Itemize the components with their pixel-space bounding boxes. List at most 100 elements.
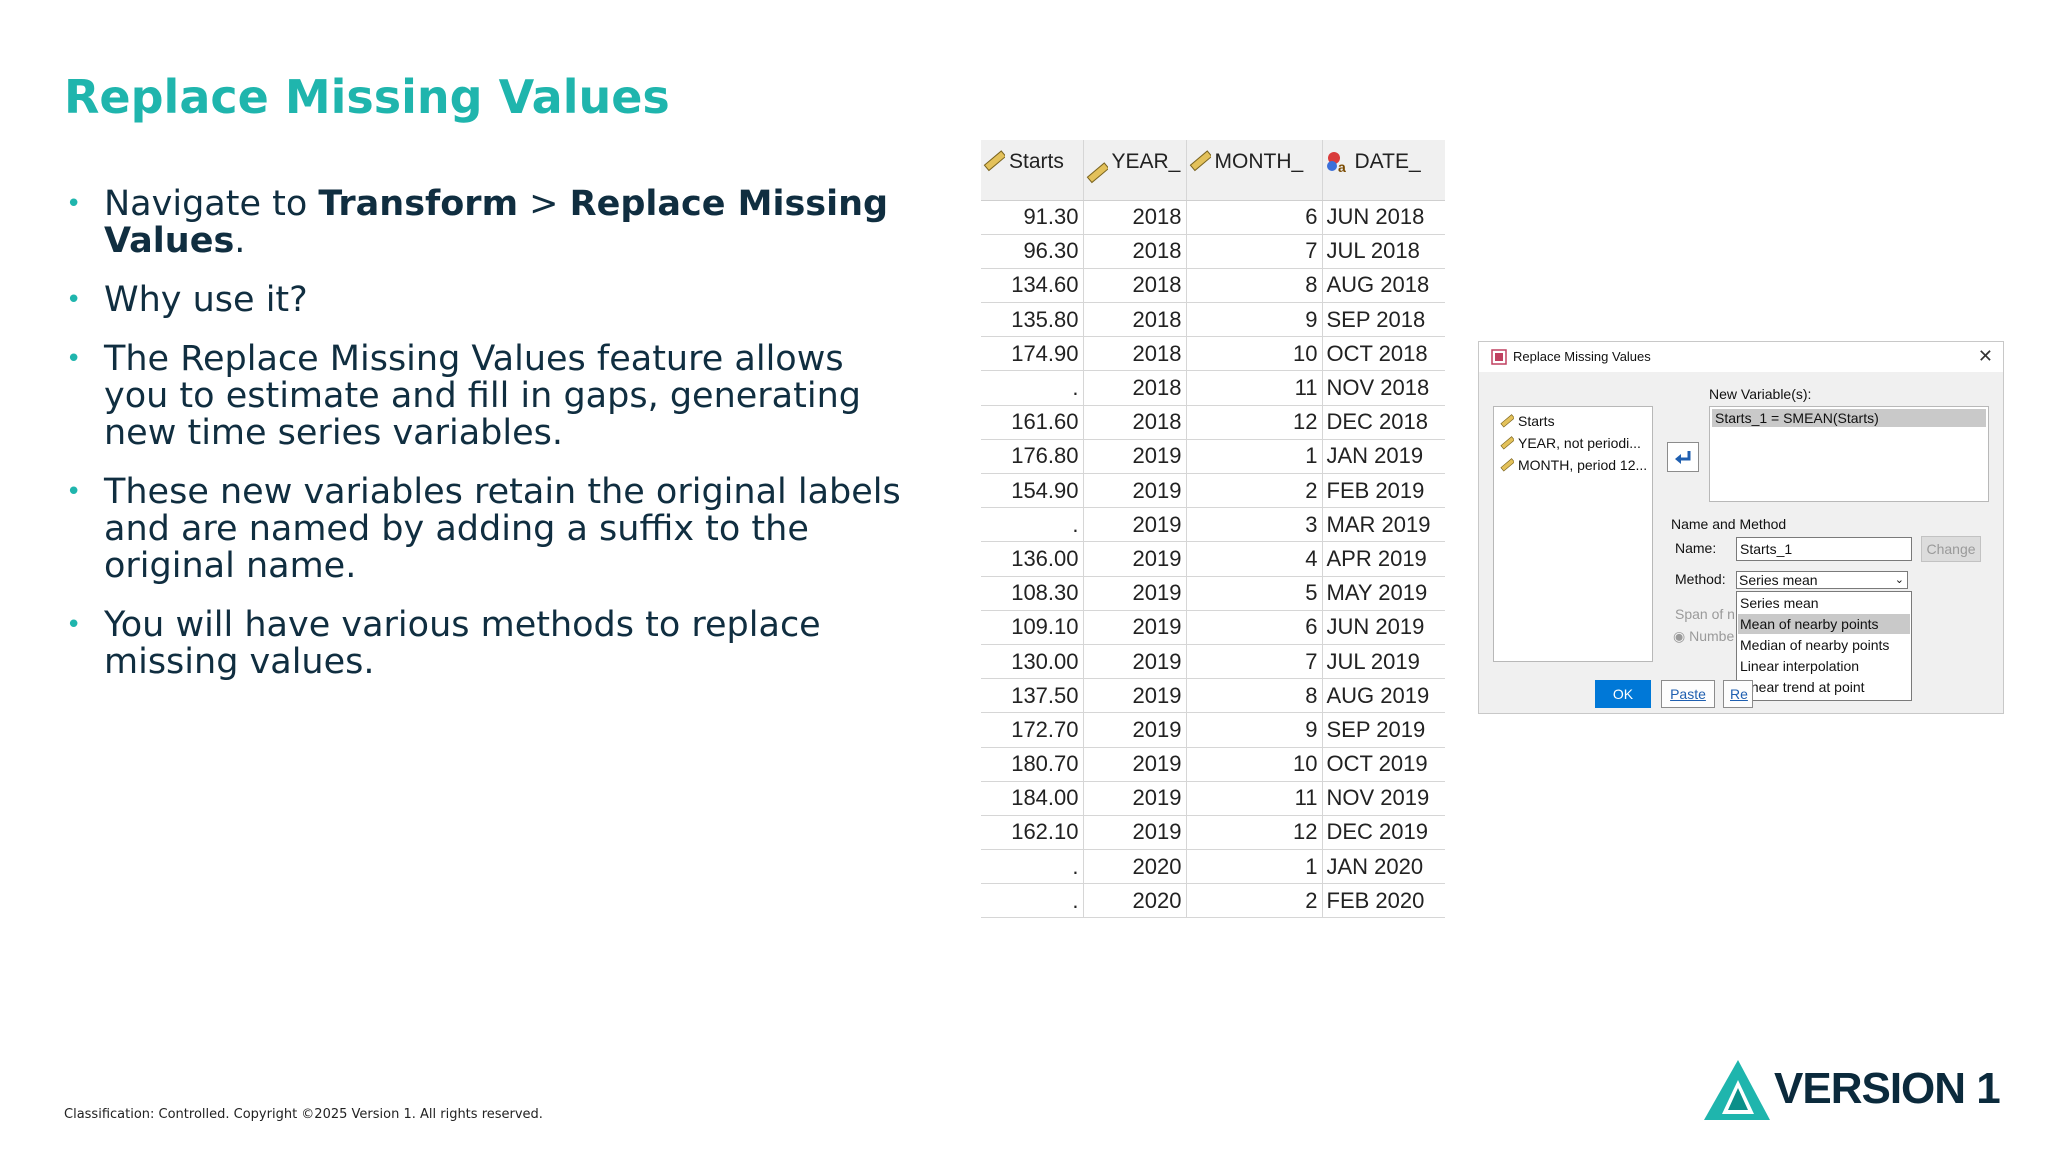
cell-year[interactable]: 2019	[1083, 541, 1187, 577]
cell-year[interactable]: 2018	[1083, 268, 1187, 304]
cell-date[interactable]: APR 2019	[1322, 541, 1445, 577]
close-icon[interactable]: ✕	[1978, 346, 1993, 367]
cell-date[interactable]: MAR 2019	[1322, 507, 1445, 543]
cell-month[interactable]: 9	[1186, 712, 1323, 748]
cell-month[interactable]: 7	[1186, 234, 1323, 269]
cell-year[interactable]: 2019	[1083, 781, 1187, 816]
cell-starts[interactable]: 174.90	[981, 336, 1084, 372]
cell-year[interactable]: 2018	[1083, 302, 1187, 338]
cell-starts[interactable]: 109.10	[981, 610, 1084, 645]
cell-starts[interactable]: 96.30	[981, 234, 1084, 269]
cell-starts[interactable]: 135.80	[981, 302, 1084, 338]
cell-date[interactable]: MAY 2019	[1322, 576, 1445, 611]
cell-month[interactable]: 2	[1186, 473, 1323, 509]
cell-year[interactable]: 2019	[1083, 439, 1187, 475]
move-variable-button[interactable]	[1667, 442, 1699, 472]
cell-year[interactable]: 2019	[1083, 644, 1187, 680]
cell-year[interactable]: 2019	[1083, 473, 1187, 509]
cell-month[interactable]: 1	[1186, 849, 1323, 885]
cell-month[interactable]: 12	[1186, 405, 1323, 440]
cell-starts[interactable]: .	[981, 507, 1084, 543]
cell-year[interactable]: 2018	[1083, 336, 1187, 372]
cell-month[interactable]: 5	[1186, 576, 1323, 611]
cell-year[interactable]: 2019	[1083, 576, 1187, 611]
cell-date[interactable]: FEB 2019	[1322, 473, 1445, 509]
cell-date[interactable]: JUL 2018	[1322, 234, 1445, 269]
cell-date[interactable]: JAN 2020	[1322, 849, 1445, 885]
cell-month[interactable]: 6	[1186, 610, 1323, 645]
cell-date[interactable]: NOV 2019	[1322, 781, 1445, 816]
column-header-date[interactable]: a DATE_	[1322, 140, 1445, 201]
cell-starts[interactable]: 91.30	[981, 200, 1084, 235]
method-select[interactable]: Series mean ⌄	[1736, 571, 1908, 589]
cell-month[interactable]: 9	[1186, 302, 1323, 338]
cell-month[interactable]: 4	[1186, 541, 1323, 577]
method-option[interactable]: Linear trend at point	[1738, 677, 1910, 697]
cell-date[interactable]: JUN 2018	[1322, 200, 1445, 235]
name-field[interactable]: Starts_1	[1736, 537, 1912, 561]
cell-year[interactable]: 2019	[1083, 815, 1187, 851]
number-radio[interactable]: ◉ Numbe	[1673, 628, 1734, 645]
cell-month[interactable]: 11	[1186, 370, 1323, 406]
cell-year[interactable]: 2018	[1083, 370, 1187, 406]
change-button[interactable]: Change	[1921, 536, 1981, 562]
cell-date[interactable]: OCT 2019	[1322, 747, 1445, 782]
cell-month[interactable]: 10	[1186, 336, 1323, 372]
new-variables-list[interactable]: Starts_1 = SMEAN(Starts)	[1709, 406, 1989, 502]
cell-starts[interactable]: 134.60	[981, 268, 1084, 304]
source-variable-list[interactable]: Starts YEAR, not periodi... MONTH, perio…	[1493, 406, 1653, 662]
cell-date[interactable]: AUG 2018	[1322, 268, 1445, 304]
ok-button[interactable]: OK	[1595, 680, 1651, 708]
cell-date[interactable]: SEP 2019	[1322, 712, 1445, 748]
cell-year[interactable]: 2018	[1083, 200, 1187, 235]
cell-starts[interactable]: 136.00	[981, 541, 1084, 577]
cell-year[interactable]: 2019	[1083, 507, 1187, 543]
cell-starts[interactable]: 130.00	[981, 644, 1084, 680]
variable-item[interactable]: MONTH, period 12...	[1500, 457, 1647, 475]
paste-button[interactable]: Paste	[1661, 680, 1715, 708]
new-variable-item[interactable]: Starts_1 = SMEAN(Starts)	[1712, 409, 1986, 427]
cell-date[interactable]: JUN 2019	[1322, 610, 1445, 645]
column-header-starts[interactable]: Starts	[981, 140, 1084, 201]
method-option[interactable]: Mean of nearby points	[1738, 614, 1910, 634]
cell-month[interactable]: 7	[1186, 644, 1323, 680]
cell-starts[interactable]: 180.70	[981, 747, 1084, 782]
cell-year[interactable]: 2018	[1083, 234, 1187, 269]
method-option[interactable]: Series mean	[1738, 593, 1910, 613]
cell-month[interactable]: 10	[1186, 747, 1323, 782]
cell-month[interactable]: 1	[1186, 439, 1323, 475]
cell-starts[interactable]: 184.00	[981, 781, 1084, 816]
cell-year[interactable]: 2019	[1083, 747, 1187, 782]
cell-starts[interactable]: 137.50	[981, 678, 1084, 714]
cell-starts[interactable]: 162.10	[981, 815, 1084, 851]
cell-year[interactable]: 2018	[1083, 405, 1187, 440]
cell-starts[interactable]: 108.30	[981, 576, 1084, 611]
cell-month[interactable]: 2	[1186, 883, 1323, 919]
cell-date[interactable]: OCT 2018	[1322, 336, 1445, 372]
cell-month[interactable]: 11	[1186, 781, 1323, 816]
cell-date[interactable]: JAN 2019	[1322, 439, 1445, 475]
cell-starts[interactable]: 176.80	[981, 439, 1084, 475]
cell-year[interactable]: 2019	[1083, 712, 1187, 748]
cell-starts[interactable]: 161.60	[981, 405, 1084, 440]
variable-item[interactable]: Starts	[1500, 413, 1555, 431]
method-option[interactable]: Median of nearby points	[1738, 635, 1910, 655]
column-header-month[interactable]: MONTH_	[1186, 140, 1323, 201]
cell-year[interactable]: 2019	[1083, 678, 1187, 714]
column-header-year[interactable]: YEAR_	[1083, 140, 1187, 201]
cell-starts[interactable]: 172.70	[981, 712, 1084, 748]
cell-month[interactable]: 8	[1186, 268, 1323, 304]
cell-month[interactable]: 6	[1186, 200, 1323, 235]
cell-year[interactable]: 2020	[1083, 849, 1187, 885]
cell-year[interactable]: 2020	[1083, 883, 1187, 919]
cell-date[interactable]: DEC 2019	[1322, 815, 1445, 851]
cell-starts[interactable]: .	[981, 883, 1084, 919]
cell-month[interactable]: 3	[1186, 507, 1323, 543]
cell-year[interactable]: 2019	[1083, 610, 1187, 645]
cell-date[interactable]: FEB 2020	[1322, 883, 1445, 919]
reset-button[interactable]: Re	[1723, 680, 1753, 708]
cell-starts[interactable]: .	[981, 370, 1084, 406]
cell-date[interactable]: JUL 2019	[1322, 644, 1445, 680]
cell-date[interactable]: AUG 2019	[1322, 678, 1445, 714]
cell-month[interactable]: 8	[1186, 678, 1323, 714]
